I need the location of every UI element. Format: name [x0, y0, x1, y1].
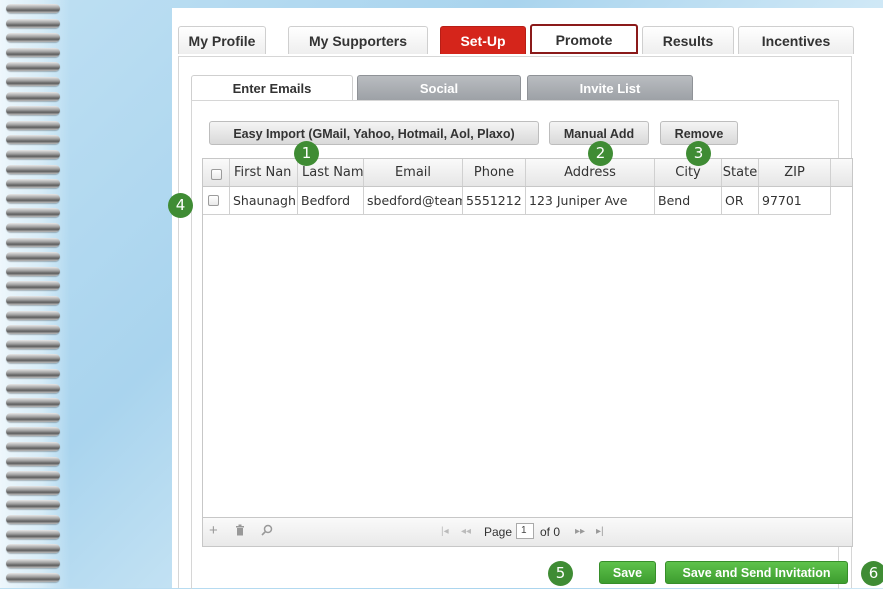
spiral-coil — [6, 412, 60, 422]
prev-page-icon[interactable]: ◂◂ — [461, 526, 471, 537]
spiral-coil — [6, 369, 60, 378]
row-checkbox[interactable] — [208, 195, 219, 206]
cell-last-name[interactable]: Bedford — [298, 187, 364, 214]
subtab-invite-list[interactable]: Invite List — [527, 75, 693, 101]
column-header-phone[interactable]: Phone — [463, 159, 526, 186]
spiral-coil — [6, 529, 60, 539]
page-count: of 0 — [540, 525, 561, 539]
next-page-icon[interactable]: ▸▸ — [575, 526, 585, 537]
callout-badge: 4 — [168, 193, 193, 218]
trash-icon[interactable] — [235, 524, 245, 539]
spiral-coil — [6, 296, 60, 305]
spiral-coil — [6, 252, 60, 262]
column-header-zip[interactable]: ZIP — [759, 159, 831, 186]
cell-phone[interactable]: 5551212 — [463, 187, 526, 214]
header-select-cell — [203, 159, 230, 186]
contacts-grid: First Nan Last Nam Email Phone Address C… — [202, 158, 853, 547]
spiral-coil — [6, 223, 60, 232]
spiral-coil — [6, 339, 60, 349]
spiral-coil — [6, 500, 60, 510]
spiral-coil — [6, 266, 60, 276]
first-page-icon[interactable]: |◂ — [441, 526, 449, 537]
spiral-coil — [6, 135, 60, 145]
spiral-coil — [6, 91, 60, 101]
page-number-input[interactable]: 1 — [516, 523, 534, 539]
spiral-coil — [6, 281, 60, 291]
cell-state[interactable]: OR — [722, 187, 759, 214]
save-button[interactable]: Save — [599, 561, 656, 584]
callout-badge: 1 — [294, 141, 319, 166]
callout-badge: 5 — [548, 561, 573, 586]
save-send-invitation-button[interactable]: Save and Send Invitation — [665, 561, 848, 584]
subtab-social[interactable]: Social — [357, 75, 521, 101]
spiral-coil — [6, 4, 60, 13]
add-icon[interactable]: + — [209, 522, 218, 539]
spiral-coil — [6, 485, 60, 495]
spiral-coil — [6, 471, 60, 481]
spiral-coil — [6, 33, 60, 43]
spiral-coil — [6, 120, 60, 130]
cell-city[interactable]: Bend — [655, 187, 722, 214]
callout-badge: 6 — [861, 561, 883, 586]
tab-my-profile[interactable]: My Profile — [178, 26, 266, 54]
spiral-coil — [6, 398, 60, 408]
cell-address[interactable]: 123 Juniper Ave — [526, 187, 655, 214]
spiral-coil — [6, 427, 60, 437]
subtab-enter-emails[interactable]: Enter Emails — [191, 75, 353, 101]
column-header-first-name[interactable]: First Nan — [230, 159, 298, 186]
row-select-cell — [203, 187, 230, 214]
spiral-coil — [6, 354, 60, 364]
column-header-state[interactable]: State — [722, 159, 759, 186]
table-row[interactable]: Shaunagh Bedford sbedford@team 5551212 1… — [203, 187, 831, 215]
spiral-binding — [0, 0, 70, 588]
callout-badge: 2 — [588, 141, 613, 166]
spiral-coil — [6, 179, 60, 189]
spiral-coil — [6, 18, 60, 28]
easy-import-button[interactable]: Easy Import (GMail, Yahoo, Hotmail, Aol,… — [209, 121, 539, 145]
column-header-email[interactable]: Email — [364, 159, 463, 186]
column-header-city[interactable]: City — [655, 159, 722, 186]
spiral-coil — [6, 558, 60, 568]
page-label: Page — [484, 525, 513, 539]
column-header-address[interactable]: Address — [526, 159, 655, 186]
last-page-icon[interactable]: ▸| — [596, 526, 604, 537]
spiral-coil — [6, 456, 60, 466]
select-all-checkbox[interactable] — [211, 169, 222, 180]
spiral-coil — [6, 325, 60, 335]
spiral-coil — [6, 310, 60, 320]
tab-incentives[interactable]: Incentives — [738, 26, 854, 54]
cell-first-name[interactable]: Shaunagh — [230, 187, 298, 214]
tab-results[interactable]: Results — [642, 26, 734, 54]
spiral-coil — [6, 442, 60, 451]
spiral-coil — [6, 77, 60, 86]
tab-promote[interactable]: Promote — [530, 24, 638, 54]
spiral-coil — [6, 47, 60, 57]
search-icon[interactable] — [261, 524, 273, 539]
spiral-coil — [6, 544, 60, 554]
spiral-coil — [6, 193, 60, 203]
spiral-coil — [6, 106, 60, 116]
spiral-coil — [6, 237, 60, 247]
cell-email[interactable]: sbedford@team — [364, 187, 463, 214]
spiral-coil — [6, 164, 60, 174]
spiral-coil — [6, 208, 60, 218]
cell-zip[interactable]: 97701 — [759, 187, 831, 214]
spiral-coil — [6, 573, 60, 583]
spiral-coil — [6, 515, 60, 524]
tab-my-supporters[interactable]: My Supporters — [288, 26, 428, 54]
tab-set-up[interactable]: Set-Up — [440, 26, 526, 54]
spiral-coil — [6, 150, 60, 159]
spiral-coil — [6, 383, 60, 393]
grid-pager: + |◂ ◂◂ Page 1 of 0 ▸▸ ▸| — [203, 517, 852, 546]
callout-badge: 3 — [686, 141, 711, 166]
spiral-coil — [6, 62, 60, 72]
